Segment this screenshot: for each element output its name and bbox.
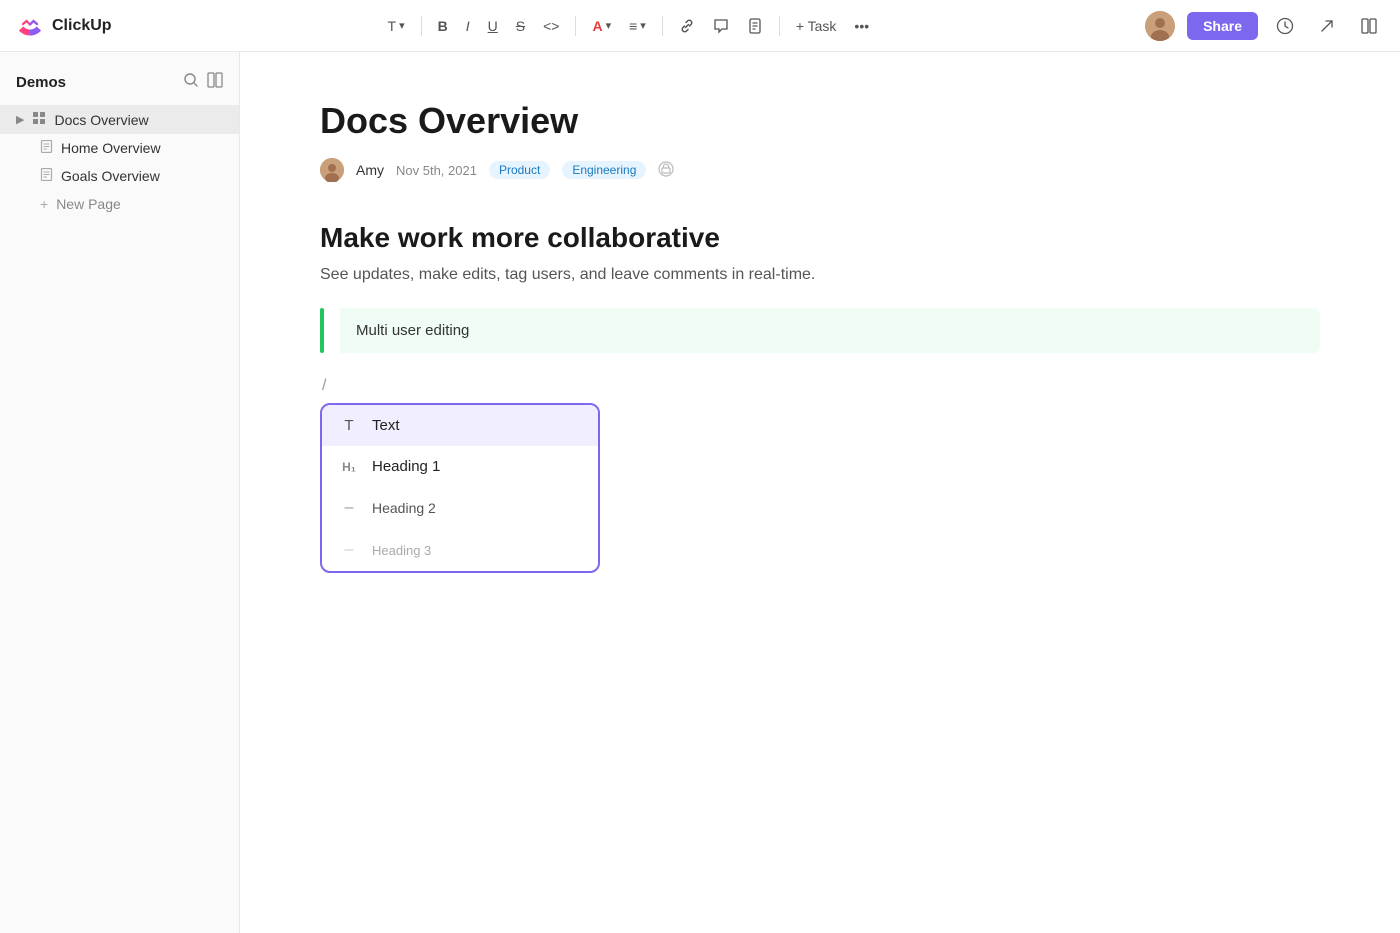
layout-btn[interactable] (1354, 13, 1384, 39)
doc-subtitle: See updates, make edits, tag users, and … (320, 266, 1320, 284)
link-icon (679, 18, 695, 34)
doc-icon-goals (40, 168, 53, 184)
toolbar-right-section: Share (1145, 11, 1384, 41)
h3-icon: – (338, 541, 360, 559)
separator-2 (575, 16, 576, 36)
add-task-btn[interactable]: + Task (790, 14, 843, 38)
sidebar-item-docs-overview[interactable]: ▶ Docs Overview (0, 105, 239, 134)
strikethrough-btn[interactable]: S (510, 14, 531, 38)
sidebar-item-home-overview[interactable]: Home Overview (0, 134, 239, 162)
new-page-item[interactable]: + New Page (0, 190, 239, 218)
separator-4 (779, 16, 780, 36)
tag-product[interactable]: Product (489, 161, 550, 179)
dropdown-item-h3[interactable]: – Heading 3 (322, 529, 598, 571)
link-btn[interactable] (673, 14, 701, 38)
toolbar-formatting: T ▾ B I U S <> A ▾ ≡ ▾ (382, 14, 876, 38)
dropdown-text-label: Text (372, 417, 400, 434)
document-content: Docs Overview Amy Nov 5th, 2021 Product … (240, 52, 1400, 933)
lock-icon (658, 161, 674, 180)
dropdown-item-h2[interactable]: – Heading 2 (322, 487, 598, 529)
sidebar-item-label-goals: Goals Overview (61, 168, 160, 184)
author-avatar (320, 158, 344, 182)
sidebar-header: Demos (0, 68, 239, 105)
dropdown-h3-label: Heading 3 (372, 543, 431, 558)
arrow-icon: ▶ (16, 113, 24, 126)
underline-btn[interactable]: U (482, 14, 504, 38)
blockquote-content: Multi user editing (340, 308, 1320, 353)
export-icon (1318, 17, 1336, 35)
slash-line: / (320, 377, 1320, 395)
sidebar-icons (183, 72, 223, 93)
sidebar-item-label: Docs Overview (54, 112, 148, 128)
toolbar-logo-section: ClickUp (16, 12, 112, 40)
sidebar-item-goals-overview[interactable]: Goals Overview (0, 162, 239, 190)
new-page-label: New Page (56, 196, 121, 212)
sidebar: Demos ▶ (0, 52, 240, 933)
text-format-icon: T (338, 417, 360, 434)
blockquote-bar (320, 308, 324, 353)
doc-date: Nov 5th, 2021 (396, 163, 477, 178)
h2-icon: – (338, 499, 360, 517)
comment-toolbar-btn[interactable] (707, 14, 735, 38)
blockquote: Multi user editing (320, 308, 1320, 353)
layout-icon (1360, 17, 1378, 35)
sidebar-layout-btn[interactable] (207, 72, 223, 93)
avatar (1145, 11, 1175, 41)
plus-icon: + (40, 196, 48, 212)
italic-btn[interactable]: I (460, 14, 476, 38)
doc-title: Docs Overview (320, 100, 1320, 142)
sidebar-search-btn[interactable] (183, 72, 199, 93)
main-layout: Demos ▶ (0, 52, 1400, 933)
export-btn[interactable] (1312, 13, 1342, 39)
doc-meta: Amy Nov 5th, 2021 Product Engineering (320, 158, 1320, 182)
logo-icon (16, 12, 44, 40)
sidebar-layout-icon (207, 72, 223, 88)
doc-icon-home (40, 140, 53, 156)
text-format-btn[interactable]: T ▾ (382, 14, 411, 38)
align-btn[interactable]: ≡ ▾ (623, 14, 652, 38)
docs-grid-icon (32, 111, 46, 128)
dropdown-item-h1[interactable]: H₁ Heading 1 (322, 446, 598, 487)
format-dropdown: T Text H₁ Heading 1 – Heading 2 – Headin… (320, 403, 600, 573)
h1-icon: H₁ (338, 460, 360, 474)
doc-icon (747, 18, 763, 34)
doc-author: Amy (356, 162, 384, 178)
toolbar: ClickUp T ▾ B I U S <> A ▾ ≡ ▾ (0, 0, 1400, 52)
separator-3 (662, 16, 663, 36)
code-btn[interactable]: <> (537, 14, 565, 38)
more-options-btn[interactable]: ••• (848, 14, 875, 38)
font-color-btn[interactable]: A ▾ (586, 14, 617, 38)
sidebar-item-label-home: Home Overview (61, 140, 161, 156)
doc-toolbar-btn[interactable] (741, 14, 769, 38)
doc-heading: Make work more collaborative (320, 222, 1320, 254)
share-button[interactable]: Share (1187, 12, 1258, 40)
comment-icon (713, 18, 729, 34)
sidebar-title: Demos (16, 74, 66, 91)
app-name: ClickUp (52, 17, 112, 35)
history-icon (1276, 17, 1294, 35)
dropdown-h2-label: Heading 2 (372, 500, 436, 516)
separator-1 (421, 16, 422, 36)
dropdown-h1-label: Heading 1 (372, 458, 440, 475)
bold-btn[interactable]: B (432, 14, 454, 38)
search-icon (183, 72, 199, 88)
tag-engineering[interactable]: Engineering (562, 161, 646, 179)
clickup-logo: ClickUp (16, 12, 112, 40)
history-btn[interactable] (1270, 13, 1300, 39)
dropdown-item-text[interactable]: T Text (322, 405, 598, 446)
